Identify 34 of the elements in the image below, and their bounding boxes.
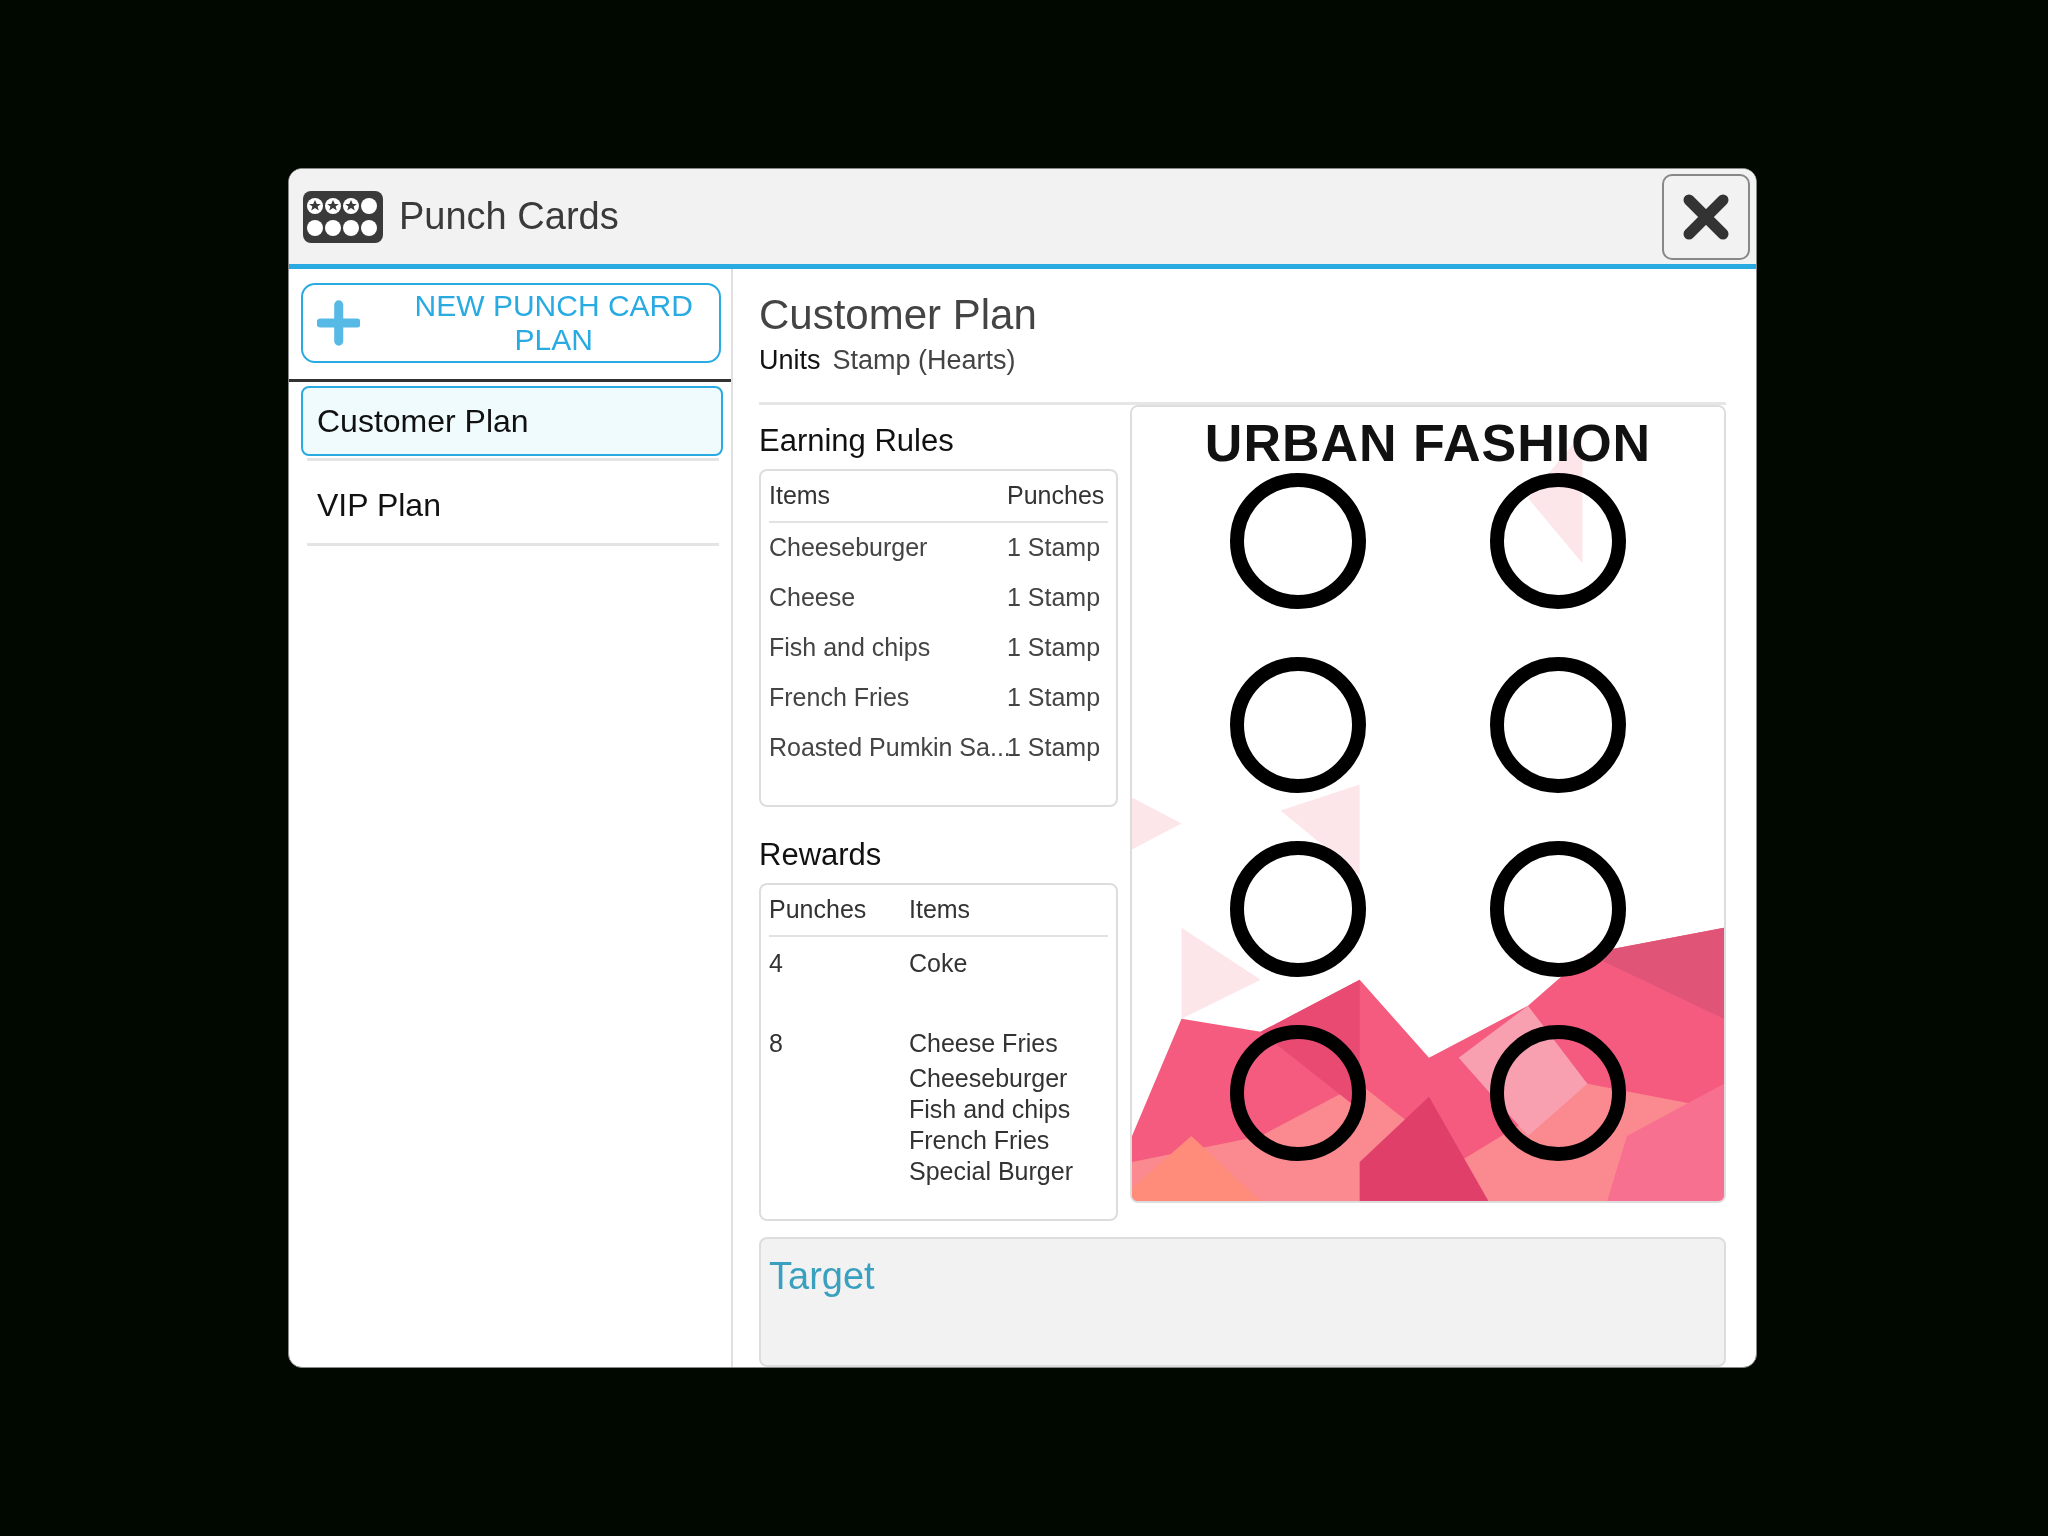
target-heading: Target [769, 1254, 876, 1298]
table-cell-text: 1 Stamp [1007, 583, 1102, 613]
column-header: Punches [769, 895, 868, 925]
plan-title: Customer Plan [759, 291, 1038, 339]
close-button[interactable] [1662, 173, 1750, 260]
table-cell-text: French Fries [769, 683, 911, 713]
plus-icon [317, 299, 361, 347]
table-cell: Roasted Pumkin Sa... [769, 733, 1007, 763]
table-cell-text: 4 [769, 947, 784, 979]
table-cell-text: Cheeseburger [909, 1062, 1069, 1094]
table-cell-text: 8 [769, 1027, 784, 1059]
plan-list-item[interactable]: VIP Plan [301, 469, 723, 541]
column-header: Items [769, 481, 832, 511]
table-cell-text: Cheese Fries [909, 1027, 1059, 1059]
table-cell: Special Burger [909, 1155, 1073, 1187]
table-cell-text: French Fries [909, 1124, 1051, 1156]
units-label: Units [759, 345, 821, 376]
table-cell-text: Cheeseburger [769, 533, 929, 563]
section-heading: Earning Rules [759, 422, 955, 459]
table-cell-text: Cheese [769, 583, 857, 613]
column-header: Punches [1007, 481, 1106, 511]
column-header: Items [909, 895, 971, 925]
table-cell-text: Coke [909, 947, 968, 979]
punch-card-icon [303, 190, 383, 243]
table-cell-text: Fish and chips [769, 633, 932, 663]
window-title: Punch Cards [399, 195, 620, 238]
table-cell-text: 1 Stamp [1007, 633, 1102, 663]
table-cell-text: 1 Stamp [1007, 683, 1102, 713]
units-value: Stamp (Hearts) [832, 345, 1016, 376]
table-cell-text: 1 Stamp [1007, 533, 1102, 563]
plan-list-item[interactable]: Customer Plan [301, 386, 723, 456]
card-title: URBAN FASHION [1204, 412, 1652, 473]
section-heading: Rewards [759, 836, 883, 873]
table-cell-text: Fish and chips [909, 1093, 1072, 1125]
